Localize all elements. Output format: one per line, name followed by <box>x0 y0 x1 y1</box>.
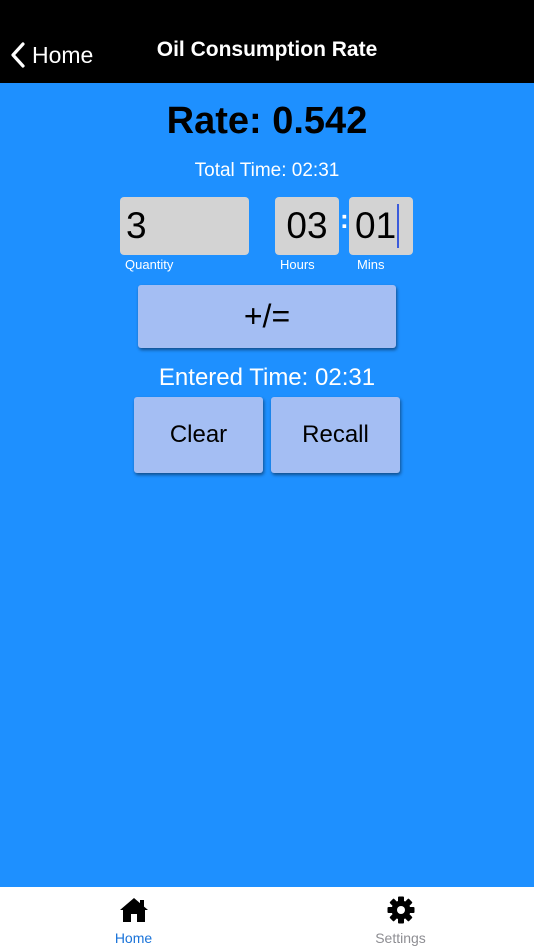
clear-button-label: Clear <box>169 421 228 448</box>
oil-consumption-rate-screen: Home Oil Consumption Rate Rate: 0.542 To… <box>0 0 534 950</box>
time-separator: : <box>340 204 349 234</box>
recall-button[interactable]: Recall <box>271 397 400 473</box>
gear-icon <box>387 896 415 924</box>
quantity-value: 3 <box>126 205 147 246</box>
mins-input[interactable]: 01 <box>349 197 413 255</box>
tab-home-label: Home <box>114 930 153 946</box>
hours-input[interactable]: 03 <box>275 197 339 255</box>
quantity-caption: Quantity <box>125 257 174 272</box>
mins-caption: Mins <box>357 257 385 272</box>
navigation-bar: Home Oil Consumption Rate <box>0 0 534 83</box>
total-time: Total Time: 02:31 <box>194 160 340 181</box>
tab-settings[interactable]: Settings <box>267 887 534 950</box>
tab-bar: Home Settings <box>0 887 534 950</box>
home-icon <box>119 896 149 924</box>
tab-home[interactable]: Home <box>0 887 267 950</box>
rate-value: Rate: 0.542 <box>166 100 368 142</box>
hours-caption: Hours <box>280 257 315 272</box>
plus-equals-button[interactable]: +/= <box>138 285 396 348</box>
plus-equals-label: +/= <box>243 298 291 334</box>
hours-value: 03 <box>286 205 328 246</box>
text-cursor <box>397 204 400 248</box>
entered-time: Entered Time: 02:31 <box>158 364 376 391</box>
tab-settings-label: Settings <box>375 930 426 946</box>
quantity-input[interactable]: 3 <box>120 197 249 255</box>
recall-button-label: Recall <box>302 421 369 448</box>
mins-value: 01 <box>355 205 397 246</box>
page-title: Oil Consumption Rate <box>156 38 378 61</box>
clear-button[interactable]: Clear <box>134 397 263 473</box>
